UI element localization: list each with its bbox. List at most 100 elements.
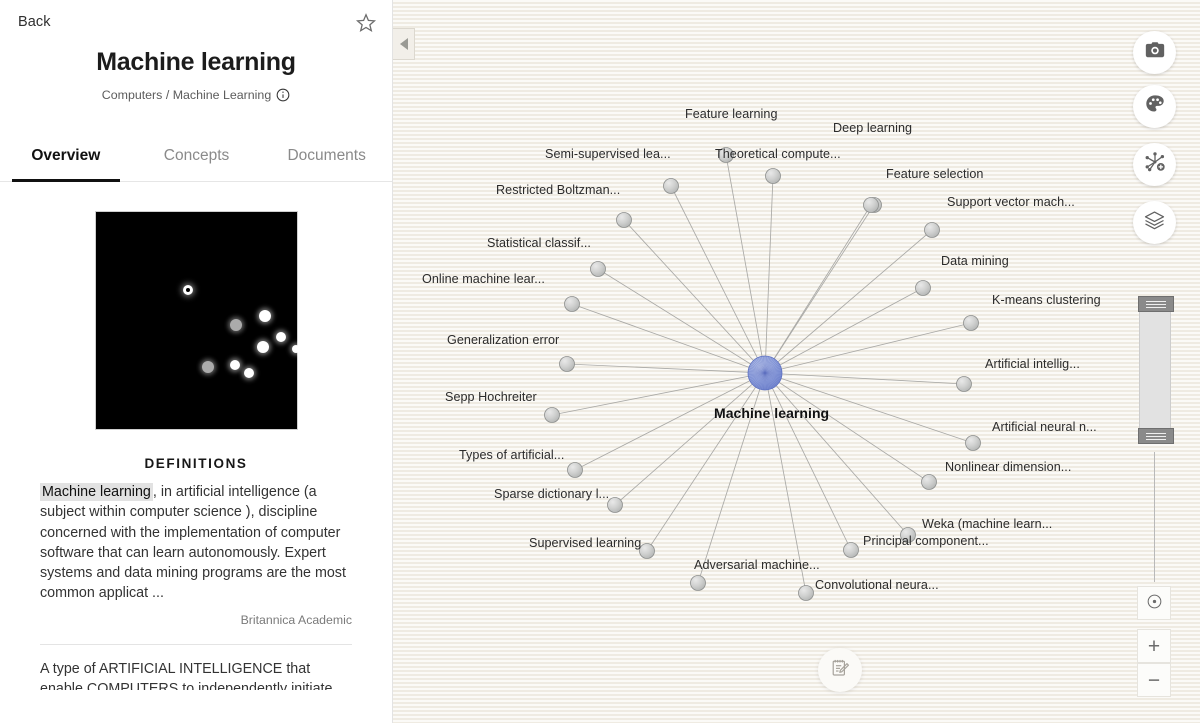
graph-edge — [764, 204, 872, 374]
graph-edge — [597, 268, 766, 374]
graph-node-label[interactable]: Types of artificial... — [459, 448, 564, 462]
definition-paragraph-2: A type of ARTIFICIAL INTELLIGENCE that e… — [40, 660, 333, 690]
camera-icon — [1144, 39, 1166, 66]
notepad-edit-icon — [829, 657, 851, 684]
graph-node-label[interactable]: Sepp Hochreiter — [445, 390, 537, 404]
detail-sidebar: Back Machine learning Computers / Machin… — [0, 0, 393, 723]
center-node-label[interactable]: Machine learning — [714, 405, 829, 421]
graph-node-label[interactable]: Statistical classif... — [487, 236, 591, 250]
graph-edge — [566, 363, 766, 374]
zoom-in-button[interactable]: + — [1137, 629, 1171, 663]
graph-node-label[interactable]: Convolutional neura... — [815, 578, 939, 592]
concept-thumbnail-image[interactable] — [94, 211, 300, 430]
graph-node[interactable] — [639, 543, 655, 559]
image-point — [275, 332, 286, 342]
graph-node-label[interactable]: Artificial neural n... — [992, 420, 1097, 434]
graph-nodes[interactable] — [544, 147, 981, 601]
theme-palette-button[interactable] — [1133, 85, 1176, 128]
graph-node-label[interactable]: Online machine lear... — [422, 272, 545, 286]
graph-node[interactable] — [663, 178, 679, 194]
graph-node[interactable] — [607, 497, 623, 513]
breadcrumb: Computers / Machine Learning — [0, 88, 392, 102]
graph-node-label[interactable]: Deep learning — [833, 121, 912, 135]
graph-edge — [614, 372, 766, 506]
tab-concepts[interactable]: Concepts — [132, 141, 262, 181]
graph-node[interactable] — [915, 280, 931, 296]
graph-edge — [764, 372, 965, 385]
graph-node-label[interactable]: Weka (machine learn... — [922, 517, 1052, 531]
chevron-left-icon — [399, 38, 408, 50]
graph-node-label[interactable]: Theoretical compute... — [715, 147, 841, 161]
add-node-button[interactable] — [1133, 143, 1176, 186]
graph-node[interactable] — [863, 197, 879, 213]
graph-node[interactable] — [616, 212, 632, 228]
concept-graph-canvas[interactable]: Feature learning Deep learning Semi-superv… — [393, 0, 1200, 723]
graph-edge — [764, 229, 933, 374]
graph-node-label[interactable]: Data mining — [941, 254, 1009, 268]
thumbnail-wrap — [0, 211, 392, 430]
graph-node[interactable] — [963, 315, 979, 331]
graph-node[interactable] — [567, 462, 583, 478]
tab-documents[interactable]: Documents — [261, 141, 392, 181]
zoom-out-button[interactable]: − — [1137, 663, 1171, 697]
graph-node[interactable] — [924, 222, 940, 238]
image-point — [291, 345, 300, 353]
graph-edge — [764, 322, 972, 374]
overview-scroll-area[interactable]: DEFINITIONS Machine learning, in artific… — [0, 182, 392, 690]
graph-node-label[interactable]: K-means clustering — [992, 293, 1101, 307]
graph-node-label[interactable]: Principal component... — [863, 534, 989, 548]
graph-node[interactable] — [544, 407, 560, 423]
graph-node[interactable] — [843, 542, 859, 558]
graph-node-label[interactable]: Semi-supervised lea... — [545, 147, 671, 161]
graph-node[interactable] — [765, 168, 781, 184]
graph-node-label[interactable]: Support vector mach... — [947, 195, 1075, 209]
zoom-slider-handle-bottom[interactable] — [1138, 428, 1174, 444]
graph-edge — [571, 303, 766, 374]
graph-edge — [764, 175, 774, 374]
graph-node[interactable] — [965, 435, 981, 451]
tab-bar: Overview Concepts Documents — [0, 141, 392, 182]
notes-button[interactable] — [818, 648, 862, 692]
definition-paragraph: Machine learning, in artificial intellig… — [40, 482, 352, 604]
center-node-group[interactable] — [747, 355, 783, 391]
graph-node[interactable] — [559, 356, 575, 372]
graph-node-label[interactable]: Feature selection — [886, 167, 983, 181]
graph-node-label[interactable]: Restricted Boltzman... — [496, 183, 620, 197]
zoom-slider-handle-top[interactable] — [1138, 296, 1174, 312]
info-circle-icon[interactable] — [276, 88, 290, 102]
graph-node-label[interactable]: Supervised learning — [529, 536, 641, 550]
graph-node-label[interactable]: Adversarial machine... — [694, 558, 820, 572]
layers-button[interactable] — [1133, 201, 1176, 244]
graph-edge — [574, 372, 766, 471]
app-root: Back Machine learning Computers / Machin… — [0, 0, 1200, 723]
graph-node-label[interactable]: Artificial intellig... — [985, 357, 1080, 371]
definition-term: Machine learning — [40, 483, 153, 501]
graph-node-label[interactable]: Sparse dictionary l... — [494, 487, 609, 501]
graph-node[interactable] — [564, 296, 580, 312]
image-point — [258, 310, 271, 322]
breadcrumb-text[interactable]: Computers / Machine Learning — [102, 88, 271, 102]
back-button[interactable]: Back — [18, 14, 51, 30]
screenshot-tool-button[interactable] — [1133, 31, 1176, 74]
graph-edge — [623, 219, 766, 374]
graph-node[interactable] — [590, 261, 606, 277]
definition-text: , in artificial intelligence (a subject … — [40, 484, 346, 602]
palette-icon — [1144, 93, 1166, 120]
graph-node[interactable] — [798, 585, 814, 601]
tab-overview[interactable]: Overview — [0, 141, 132, 182]
zoom-range-slider[interactable] — [1138, 296, 1174, 444]
image-point — [229, 319, 242, 331]
graph-edge — [646, 372, 766, 552]
graph-node-label[interactable]: Feature learning — [685, 107, 778, 121]
definition-source: Britannica Academic — [240, 612, 352, 627]
recenter-button[interactable] — [1137, 586, 1171, 620]
graph-node[interactable] — [690, 575, 706, 591]
image-point — [182, 285, 193, 295]
graph-node[interactable] — [921, 474, 937, 490]
graph-node[interactable] — [956, 376, 972, 392]
graph-node-label[interactable]: Nonlinear dimension... — [945, 460, 1071, 474]
collapse-sidebar-button[interactable] — [393, 28, 415, 60]
definition-divider — [40, 643, 352, 645]
star-outline-icon[interactable] — [355, 12, 377, 34]
graph-node-label[interactable]: Generalization error — [447, 333, 559, 347]
